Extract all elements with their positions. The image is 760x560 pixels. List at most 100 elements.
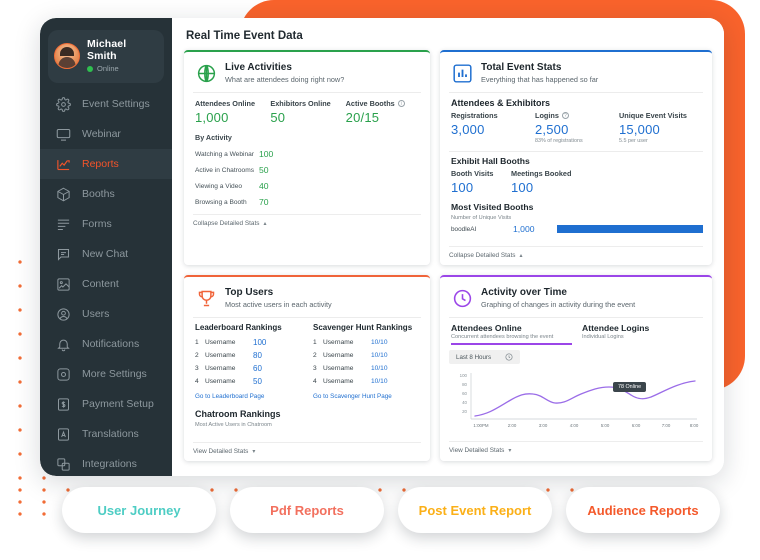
sidebar-item-integrations[interactable]: Integrations <box>40 449 172 476</box>
button-post-event-report[interactable]: Post Event Report <box>398 487 552 533</box>
rank-username: Username <box>205 352 253 359</box>
tab-attendee-logins[interactable]: Attendee Logins Individual Logins <box>582 323 703 345</box>
rank-value: 100 <box>253 338 266 347</box>
stat-label: Registrations <box>451 111 498 120</box>
sidebar-item-booths[interactable]: Booths <box>40 179 172 209</box>
chatroom-rankings-title: Chatroom Rankings <box>195 409 421 419</box>
chart-tooltip: 78 Online <box>613 382 646 392</box>
svg-text:100: 100 <box>460 373 468 378</box>
stat-label: Exhibitors Online <box>270 99 330 108</box>
table-row: 1 Username 10/10 <box>313 336 421 349</box>
rank-number: 1 <box>313 339 323 346</box>
svg-text:20: 20 <box>462 409 467 414</box>
chatroom-rankings-note: Most Active Users in Chatroom <box>195 422 421 428</box>
rank-username: Username <box>205 339 253 346</box>
stat-note: 83% of registrations <box>535 138 619 144</box>
button-audience-reports[interactable]: Audience Reports <box>566 487 720 533</box>
sidebar-nav: Event Settings Webinar Reports Booths Fo <box>40 89 172 476</box>
group-title-exhibit-hall-booths: Exhibit Hall Booths <box>451 156 703 166</box>
table-row: 2 Username 80 <box>195 349 303 362</box>
sidebar-item-label: New Chat <box>82 248 128 260</box>
view-detailed-stats-link[interactable]: View Detailed Stats ▾ <box>193 442 421 455</box>
time-range-selector[interactable]: Last 8 Hours <box>449 350 520 364</box>
rank-value: 60 <box>253 364 262 373</box>
sidebar-item-label: More Settings <box>82 368 147 380</box>
svg-text:2:00: 2:00 <box>508 423 517 428</box>
panel-title: Top Users <box>225 287 332 298</box>
report-shortcut-buttons: User Journey Pdf Reports Post Event Repo… <box>62 487 720 533</box>
booth-bar-row: boodleAI 1,000 <box>451 224 703 234</box>
sidebar-item-notifications[interactable]: Notifications <box>40 329 172 359</box>
sidebar-item-more-settings[interactable]: More Settings <box>40 359 172 389</box>
table-row: 3 Username 10/10 <box>313 362 421 375</box>
tab-title: Attendee Logins <box>582 323 703 333</box>
rank-number: 4 <box>313 378 323 385</box>
page-title: Real Time Event Data <box>186 30 712 42</box>
rank-username: Username <box>323 352 371 359</box>
by-activity-label: By Activity <box>195 133 421 142</box>
chevron-down-icon: ▾ <box>252 448 255 455</box>
svg-text:5:00: 5:00 <box>601 423 610 428</box>
stat-value: 100 <box>451 180 511 195</box>
sidebar-item-forms[interactable]: Forms <box>40 209 172 239</box>
sidebar-item-payment-setup[interactable]: Payment Setup <box>40 389 172 419</box>
trophy-icon <box>195 287 217 309</box>
tab-attendees-online[interactable]: Attendees Online Concurrent attendees br… <box>451 323 572 345</box>
sidebar-item-content[interactable]: Content <box>40 269 172 299</box>
tab-note: Concurrent attendees browsing the event <box>451 334 572 340</box>
go-to-scavenger-hunt-link[interactable]: Go to Scavenger Hunt Page <box>313 393 421 400</box>
chart-svg: 100 80 60 40 20 1:00PM 2:0 <box>451 370 701 432</box>
sidebar-item-new-chat[interactable]: New Chat <box>40 239 172 269</box>
button-user-journey[interactable]: User Journey <box>62 487 216 533</box>
sidebar-item-label: Integrations <box>82 458 137 470</box>
collapse-detailed-stats-link[interactable]: Collapse Detailed Stats ▴ <box>449 246 703 259</box>
go-to-leaderboard-link[interactable]: Go to Leaderboard Page <box>195 393 303 400</box>
profile-name: Michael Smith <box>87 38 158 62</box>
sidebar-item-translations[interactable]: Translations <box>40 419 172 449</box>
activity-line-chart[interactable]: 100 80 60 40 20 1:00PM 2:0 <box>451 370 701 437</box>
sidebar-item-label: Booths <box>82 188 115 200</box>
sidebar-item-label: Notifications <box>82 338 139 350</box>
rank-value: 10/10 <box>371 339 388 346</box>
stat-active-booths: Active Booths i 20/15 <box>346 99 421 125</box>
user-profile-card[interactable]: Michael Smith Online <box>48 30 164 83</box>
stat-label: Booth Visits <box>451 169 493 178</box>
dollar-icon <box>56 397 71 412</box>
rank-username: Username <box>323 339 371 346</box>
table-row: 4 Username 10/10 <box>313 375 421 388</box>
stat-value: 50 <box>270 110 345 125</box>
scavenger-hunt-column: Scavenger Hunt Rankings 1 Username 10/10… <box>313 323 421 400</box>
divider <box>193 317 421 318</box>
view-detailed-stats-link[interactable]: View Detailed Stats ▾ <box>449 441 703 454</box>
svg-text:1:00PM: 1:00PM <box>473 423 488 428</box>
sidebar-item-reports[interactable]: Reports <box>40 149 172 179</box>
panel-header: Total Event Stats Everything that has ha… <box>449 59 703 90</box>
sidebar-item-label: Webinar <box>82 128 121 140</box>
stat-label: Meetings Booked <box>511 169 571 178</box>
live-stats-row: Attendees Online 1,000 Exhibitors Online… <box>195 99 421 125</box>
dashboard-grid: Live Activities What are attendees doing… <box>184 50 712 461</box>
active-tab-underline <box>451 343 572 345</box>
collapse-detailed-stats-link[interactable]: Collapse Detailed Stats ▴ <box>193 214 421 227</box>
sidebar-item-users[interactable]: Users <box>40 299 172 329</box>
info-icon[interactable]: ? <box>562 112 569 119</box>
online-status-dot-icon <box>87 66 93 72</box>
panel-subtitle: Most active users in each activity <box>225 300 332 309</box>
footer-link-label: Collapse Detailed Stats <box>193 220 259 227</box>
sidebar-item-event-settings[interactable]: Event Settings <box>40 89 172 119</box>
rank-username: Username <box>205 378 253 385</box>
leaderboard-column: Leaderboard Rankings 1 Username 100 2 Us… <box>195 323 303 400</box>
svg-text:7:00: 7:00 <box>662 423 671 428</box>
profile-status: Online <box>97 64 119 73</box>
plugin-icon <box>56 457 71 472</box>
sidebar-item-webinar[interactable]: Webinar <box>40 119 172 149</box>
button-pdf-reports[interactable]: Pdf Reports <box>230 487 384 533</box>
rank-number: 3 <box>313 365 323 372</box>
stat-label: Unique Event Visits <box>619 111 687 120</box>
svg-text:4:00: 4:00 <box>570 423 579 428</box>
info-icon[interactable]: i <box>398 100 405 107</box>
sidebar-item-label: Forms <box>82 218 112 230</box>
rank-value: 10/10 <box>371 365 388 372</box>
panel-subtitle: Graphing of changes in activity during t… <box>481 300 635 309</box>
stat-booth-visits: Booth Visits 100 <box>451 169 511 195</box>
